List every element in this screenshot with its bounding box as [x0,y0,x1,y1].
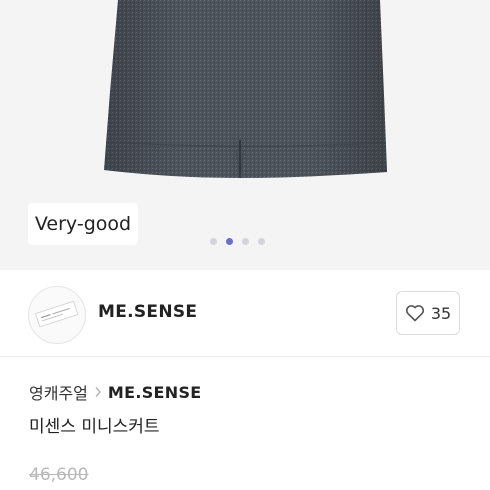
original-price: 46,600 [29,465,89,485]
carousel-indicators [210,236,265,246]
carousel-dot[interactable] [258,237,265,245]
carousel-dot[interactable] [210,237,217,245]
breadcrumb-brand[interactable]: ME.SENSE [108,383,202,402]
product-image-carousel[interactable]: Very-good [0,0,490,270]
like-button[interactable]: 35 [396,291,460,335]
chevron-right-icon [95,387,101,397]
condition-badge: Very-good [28,203,138,245]
like-count: 35 [430,303,452,323]
heart-outline-icon [405,305,424,322]
shop-name[interactable]: ME.SENSE [98,302,197,322]
shop-info-row[interactable]: ME.SENSE 35 [0,270,490,357]
breadcrumb-category[interactable]: 영캐주얼 [29,380,88,404]
shop-avatar[interactable] [28,286,86,344]
breadcrumb: 영캐주얼 ME.SENSE [29,380,202,404]
product-title: 미센스 미니스커트 [29,417,160,437]
carousel-dot[interactable] [242,237,249,245]
carousel-dot[interactable] [226,237,233,245]
